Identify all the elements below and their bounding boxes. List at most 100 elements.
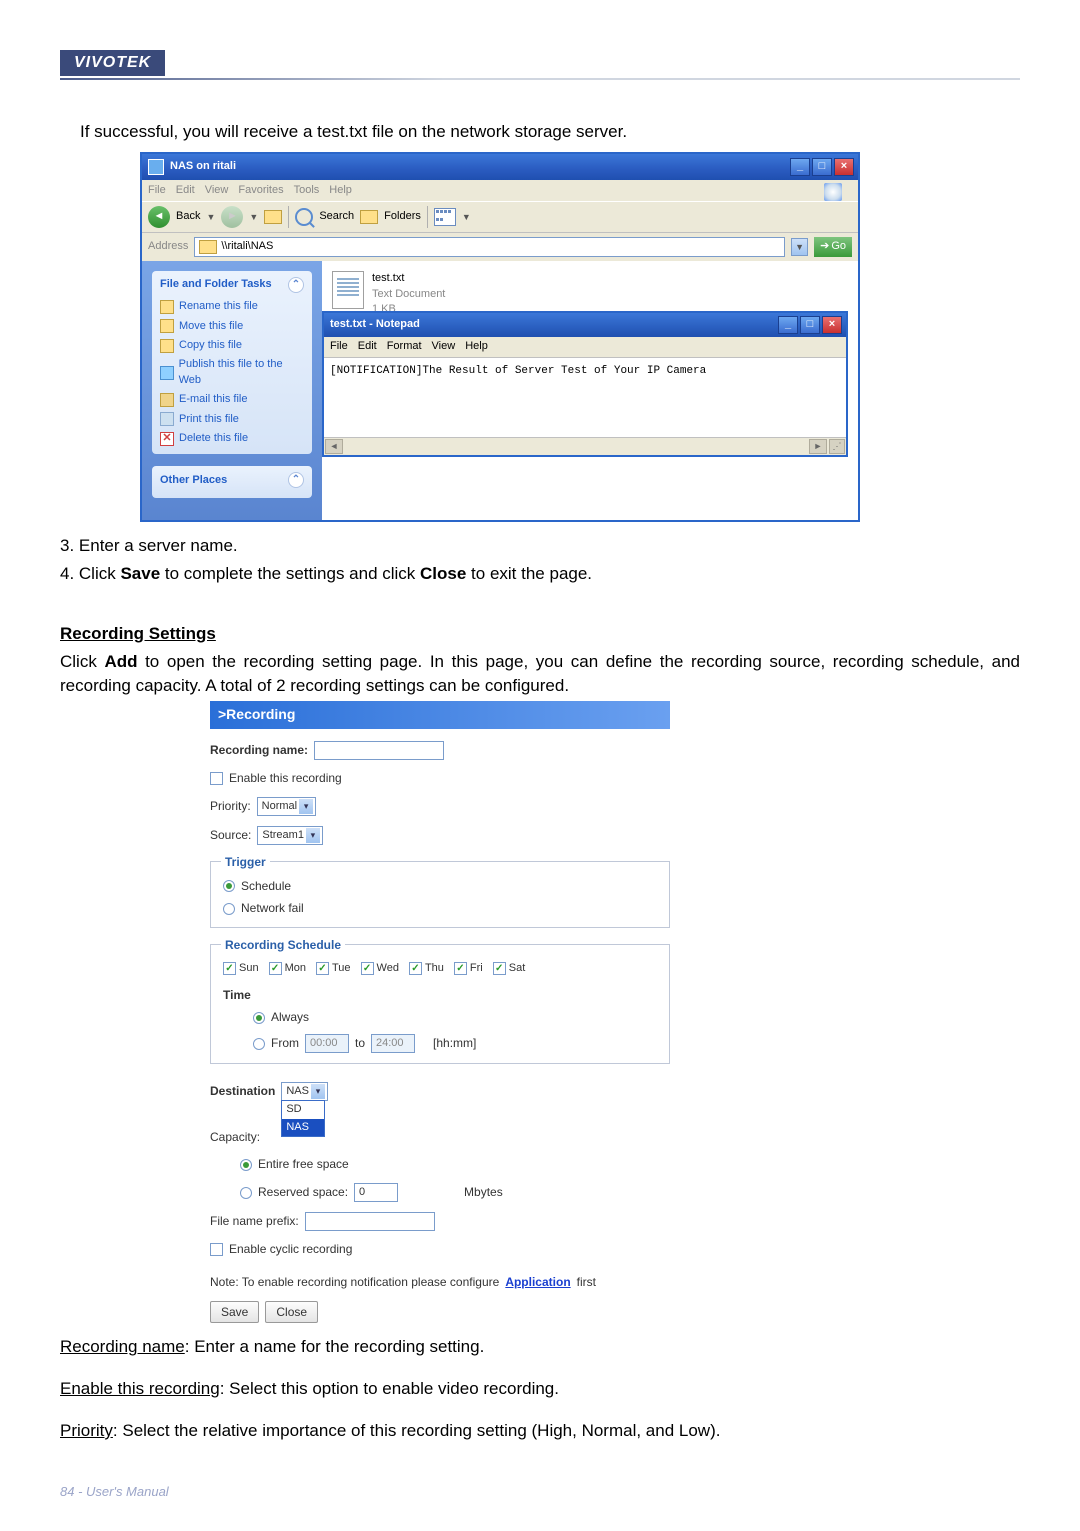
toolbar: ◄ Back ▼ ► ▼ Search Folders ▼ [142,201,858,233]
recording-settings-heading: Recording Settings [60,624,216,643]
scroll-grip[interactable]: ⋰ [829,439,845,454]
menu-bar[interactable]: FileEditViewFavoritesToolsHelp [142,180,858,201]
reserved-space-input[interactable]: 0 [354,1183,398,1202]
chevron-down-icon[interactable]: ▼ [462,211,471,224]
entire-space-radio[interactable] [240,1159,252,1171]
page-footer: 84 - User's Manual [60,1483,1020,1501]
folder-icon [148,159,164,175]
day-wed-checkbox[interactable]: ✓ [361,962,374,975]
save-button[interactable]: Save [210,1301,259,1324]
task-delete[interactable]: ✕Delete this file [160,429,304,448]
day-mon-checkbox[interactable]: ✓ [269,962,282,975]
notepad-menu[interactable]: FileEditFormatViewHelp [324,337,846,356]
scroll-left[interactable]: ◄ [325,439,343,454]
day-sat-checkbox[interactable]: ✓ [493,962,506,975]
chevron-down-icon[interactable]: ▼ [791,238,808,257]
up-icon[interactable] [264,210,282,224]
dest-option-sd[interactable]: SD [282,1101,324,1118]
task-publish[interactable]: Publish this file to the Web [160,355,304,390]
address-input[interactable]: \\ritali\NAS [194,237,785,257]
notepad-body[interactable]: [NOTIFICATION]The Result of Server Test … [324,357,846,437]
text-file-icon [332,271,364,309]
views-icon[interactable] [434,208,456,226]
notepad-window: test.txt - Notepad _□× FileEditFormatVie… [322,311,848,456]
application-link[interactable]: Application [505,1274,570,1291]
step-4: 4. Click Save to complete the settings a… [60,562,1020,586]
note-text: Note: To enable recording notification p… [210,1274,499,1291]
day-sun-checkbox[interactable]: ✓ [223,962,236,975]
maximize-button[interactable]: □ [812,158,832,176]
brand: VIVOTEK [60,50,165,76]
close-button[interactable]: × [834,158,854,176]
file-name: test.txt [372,271,445,286]
task-email[interactable]: E-mail this file [160,390,304,409]
schedule-radio[interactable] [223,880,235,892]
network-fail-radio[interactable] [223,903,235,915]
forward-button[interactable]: ► [221,206,243,228]
always-radio[interactable] [253,1012,265,1024]
search-label: Search [319,209,354,224]
tasks-header: File and Folder Tasks [160,277,272,292]
time-label: Time [223,987,251,1004]
trigger-legend: Trigger [221,854,270,871]
address-value: \\ritali\NAS [221,239,273,254]
entire-space-label: Entire free space [258,1156,349,1173]
address-label: Address [148,239,188,254]
intro-text: If successful, you will receive a test.t… [80,120,1020,144]
collapse-icon[interactable]: ⌃ [288,277,304,293]
chevron-down-icon[interactable]: ▼ [249,211,258,224]
desc-priority: Priority: Select the relative importance… [60,1419,1020,1443]
day-tue-checkbox[interactable]: ✓ [316,962,329,975]
throbber-icon [824,183,842,201]
prefix-input[interactable] [305,1212,435,1231]
recording-form: >Recording Recording name: Enable this r… [210,701,670,1331]
task-copy[interactable]: Copy this file [160,336,304,355]
cyclic-checkbox[interactable] [210,1243,223,1256]
destination-select[interactable]: NAS [281,1082,328,1101]
search-icon[interactable] [295,208,313,226]
source-label: Source: [210,827,251,844]
destination-dropdown[interactable]: SD NAS [281,1100,325,1137]
maximize-button[interactable]: □ [800,316,820,334]
network-fail-label: Network fail [241,900,304,917]
cyclic-label: Enable cyclic recording [229,1241,352,1258]
note-text-2: first [577,1274,596,1291]
close-button[interactable]: Close [265,1301,318,1324]
dest-option-nas[interactable]: NAS [282,1119,324,1136]
task-rename[interactable]: Rename this file [160,297,304,316]
priority-label: Priority: [210,798,251,815]
scroll-right[interactable]: ► [809,439,827,454]
back-button[interactable]: ◄ [148,206,170,228]
task-move[interactable]: Move this file [160,317,304,336]
chevron-down-icon[interactable]: ▼ [206,211,215,224]
folders-label: Folders [384,209,421,224]
recording-name-input[interactable] [314,741,444,760]
day-thu-checkbox[interactable]: ✓ [409,962,422,975]
minimize-button[interactable]: _ [778,316,798,334]
go-button[interactable]: ➔ Go [814,237,852,256]
window-title: NAS on ritali [170,159,236,174]
close-button[interactable]: × [822,316,842,334]
to-time-input[interactable]: 24:00 [371,1034,415,1053]
desc-enable: Enable this recording: Select this optio… [60,1377,1020,1401]
priority-select[interactable]: Normal [257,797,316,816]
from-radio[interactable] [253,1038,265,1050]
day-fri-checkbox[interactable]: ✓ [454,962,467,975]
collapse-icon[interactable]: ⌃ [288,472,304,488]
task-print[interactable]: Print this file [160,410,304,429]
folders-icon[interactable] [360,210,378,224]
mbytes-label: Mbytes [464,1184,503,1201]
notepad-title: test.txt - Notepad [330,317,420,332]
file-type: Text Document [372,287,445,302]
side-panel: File and Folder Tasks⌃ Rename this file … [142,261,322,520]
destination-label: Destination [210,1083,275,1100]
minimize-button[interactable]: _ [790,158,810,176]
reserved-space-radio[interactable] [240,1187,252,1199]
brand-underline [60,78,1020,80]
schedule-label: Schedule [241,878,291,895]
from-time-input[interactable]: 00:00 [305,1034,349,1053]
enable-recording-checkbox[interactable] [210,772,223,785]
source-select[interactable]: Stream1 [257,826,323,845]
schedule-legend: Recording Schedule [221,937,345,954]
prefix-label: File name prefix: [210,1213,299,1230]
